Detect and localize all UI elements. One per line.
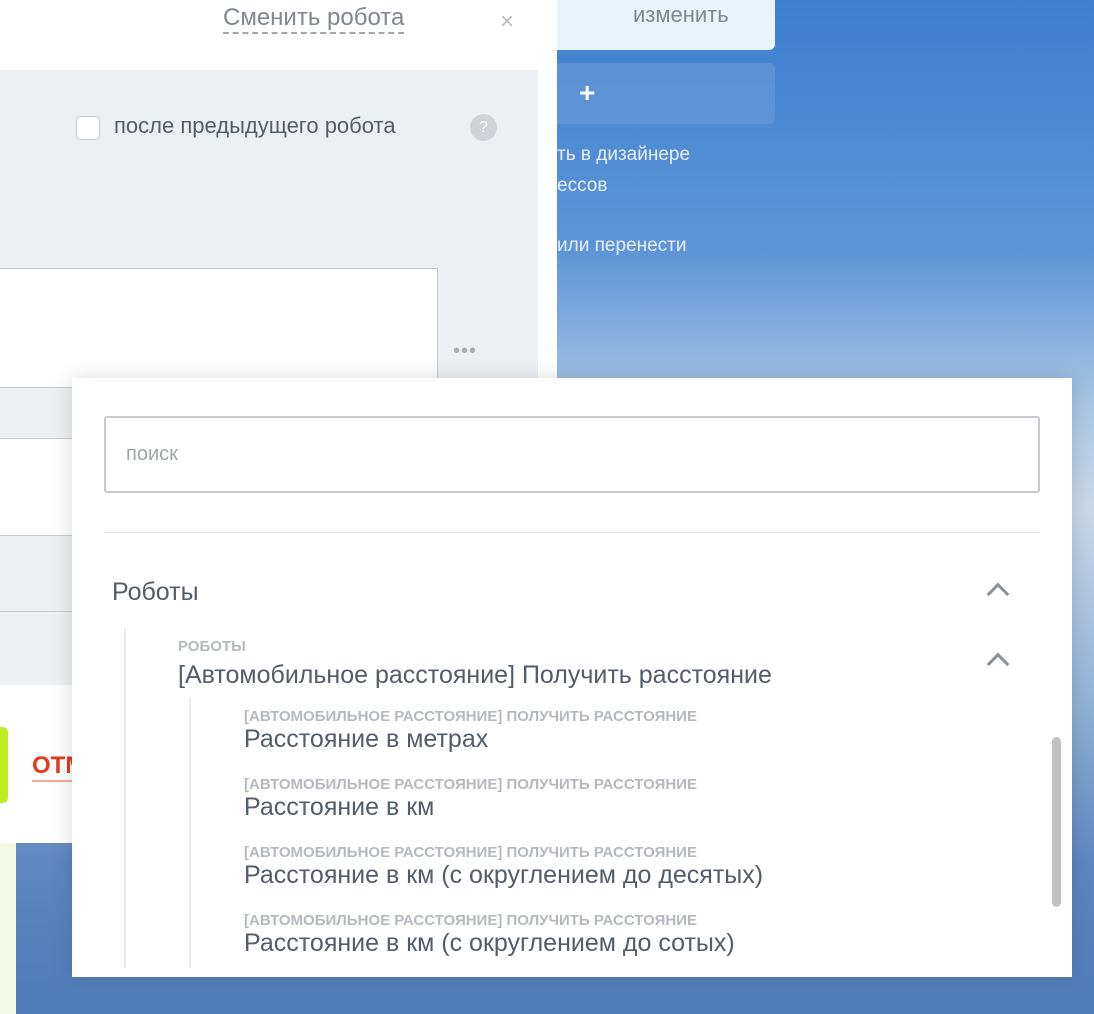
tree-line: [124, 628, 126, 968]
item-caption: [АВТОМОБИЛЬНОЕ РАССТОЯНИЕ] ПОЛУЧИТЬ РАСС…: [244, 912, 697, 929]
item-title: Расстояние в метрах: [244, 725, 489, 753]
help-icon[interactable]: ?: [470, 114, 497, 141]
designer-text: ть в дизайнере: [557, 144, 691, 165]
scrollbar[interactable]: [1052, 737, 1061, 907]
section-title[interactable]: Роботы: [112, 578, 199, 607]
item-caption: [АВТОМОБИЛЬНОЕ РАССТОЯНИЕ] ПОЛУЧИТЬ РАСС…: [244, 776, 697, 793]
item-title: Расстояние в км: [244, 793, 435, 821]
change-robot-link[interactable]: Сменить робота: [223, 4, 405, 34]
divider: [104, 532, 1040, 533]
list-item[interactable]: [АВТОМОБИЛЬНОЕ РАССТОЯНИЕ] ПОЛУЧИТЬ РАСС…: [244, 776, 697, 822]
change-button[interactable]: изменить: [557, 0, 775, 50]
robot-selector-popup: Роботы РОБОТЫ [Автомобильное расстояние]…: [72, 378, 1072, 977]
side-strip: [0, 843, 16, 1014]
add-button[interactable]: +: [557, 63, 775, 124]
list-item[interactable]: [АВТОМОБИЛЬНОЕ РАССТОЯНИЕ] ПОЛУЧИТЬ РАСС…: [244, 708, 697, 754]
text-field[interactable]: [0, 268, 438, 388]
move-text: или перенести: [557, 235, 687, 256]
designer-text-2: ессов: [557, 175, 608, 196]
item-title: Расстояние в км (с округлением до десяты…: [244, 861, 764, 889]
close-icon[interactable]: ×: [500, 8, 514, 36]
chevron-up-icon[interactable]: [986, 582, 1010, 606]
list-item[interactable]: [АВТОМОБИЛЬНОЕ РАССТОЯНИЕ] ПОЛУЧИТЬ РАСС…: [244, 844, 763, 890]
item-caption: [АВТОМОБИЛЬНОЕ РАССТОЯНИЕ] ПОЛУЧИТЬ РАСС…: [244, 844, 697, 861]
after-previous-label[interactable]: после предыдущего робота: [114, 113, 396, 139]
search-input[interactable]: [104, 416, 1040, 493]
item-caption: [АВТОМОБИЛЬНОЕ РАССТОЯНИЕ] ПОЛУЧИТЬ РАСС…: [244, 708, 697, 725]
after-previous-checkbox[interactable]: [76, 116, 100, 140]
chevron-up-icon[interactable]: [986, 652, 1010, 676]
list-item[interactable]: [АВТОМОБИЛЬНОЕ РАССТОЯНИЕ] ПОЛУЧИТЬ РАСС…: [244, 912, 735, 958]
save-button[interactable]: [0, 727, 8, 803]
tree-line: [189, 698, 191, 968]
group-caption: РОБОТЫ: [178, 638, 246, 655]
more-icon[interactable]: •••: [453, 340, 477, 363]
item-title: Расстояние в км (с округлением до сотых): [244, 929, 735, 957]
group-title[interactable]: [Автомобильное расстояние] Получить расс…: [178, 661, 772, 690]
